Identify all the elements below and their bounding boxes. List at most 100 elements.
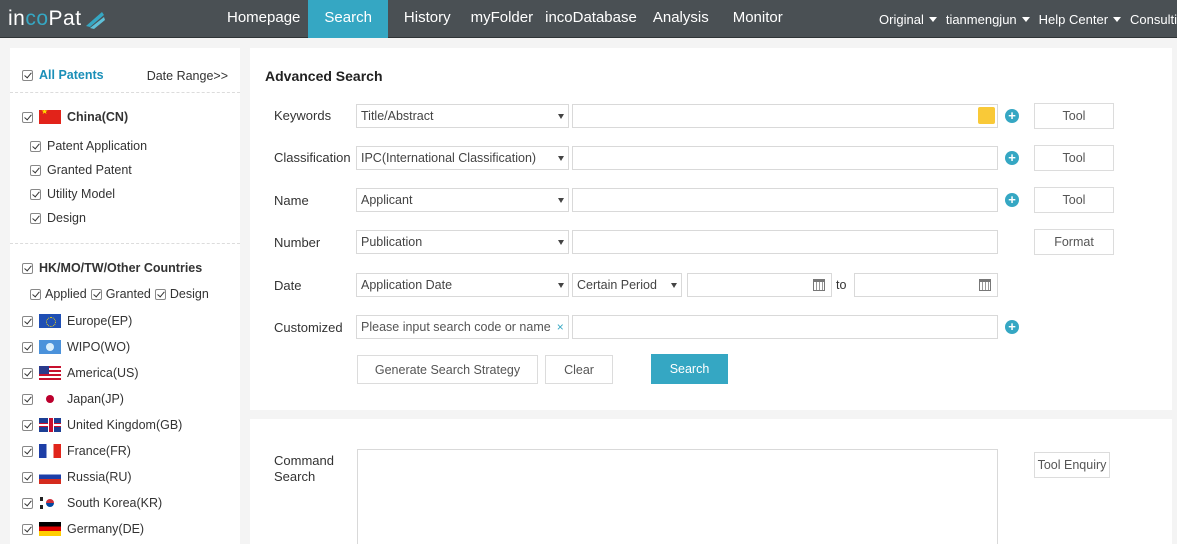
china-type-design[interactable]: Design: [30, 211, 86, 225]
gb-flag-icon: [39, 418, 61, 432]
checkbox-checked-icon: [22, 445, 33, 457]
checkbox-checked-icon: [30, 164, 41, 176]
add-row-plus-icon[interactable]: +: [1005, 109, 1019, 123]
china-type-granted-patent[interactable]: Granted Patent: [30, 163, 132, 177]
date-to-input[interactable]: [854, 273, 998, 297]
other-types-row: Applied Granted Design: [30, 287, 213, 301]
checkbox-checked-icon: [22, 341, 33, 353]
chevron-down-icon: [928, 16, 937, 22]
keywords-field-select[interactable]: Title/Abstract: [356, 104, 569, 128]
country-russia-checkbox[interactable]: Russia(RU): [22, 470, 132, 484]
customized-label: Customized: [274, 320, 343, 335]
number-label: Number: [274, 235, 321, 250]
country-uk-checkbox[interactable]: United Kingdom(GB): [22, 418, 182, 432]
dropdown-arrow-icon: [558, 197, 564, 203]
other-countries-checkbox[interactable]: HK/MO/TW/Other Countries: [22, 261, 202, 275]
nav-homepage[interactable]: Homepage: [219, 0, 308, 38]
page-title: Advanced Search: [265, 68, 383, 84]
classification-field-select[interactable]: IPC(International Classification): [356, 146, 569, 170]
de-flag-icon: [39, 522, 61, 536]
jp-flag-icon: [39, 392, 61, 406]
chevron-down-icon: [1113, 16, 1122, 22]
name-tool-button[interactable]: Tool: [1034, 187, 1114, 213]
country-japan-checkbox[interactable]: Japan(JP): [22, 392, 124, 406]
date-label: Date: [274, 278, 302, 293]
logo-wing-icon: [85, 12, 105, 29]
checkbox-checked-icon: [22, 262, 33, 274]
nav-monitor[interactable]: Monitor: [717, 0, 791, 38]
search-button[interactable]: Search: [651, 354, 728, 384]
date-field-select[interactable]: Application Date: [356, 273, 569, 297]
add-row-plus-icon[interactable]: +: [1005, 151, 1019, 165]
number-format-button[interactable]: Format: [1034, 229, 1114, 255]
keywords-input[interactable]: [572, 104, 998, 128]
keywords-label: Keywords: [274, 108, 332, 123]
number-input[interactable]: [572, 230, 998, 254]
incopat-logo[interactable]: incoPat: [8, 6, 106, 32]
add-row-plus-icon[interactable]: +: [1005, 320, 1019, 334]
checkbox-checked-icon: [22, 315, 33, 327]
name-input[interactable]: [572, 188, 998, 212]
other-type-granted[interactable]: Granted: [90, 287, 151, 301]
clear-button[interactable]: Clear: [545, 355, 613, 384]
classification-tool-button[interactable]: Tool: [1034, 145, 1114, 171]
clear-x-icon[interactable]: ×: [557, 320, 564, 334]
country-france-checkbox[interactable]: France(FR): [22, 444, 131, 458]
command-search-label: Command Search: [274, 453, 334, 484]
checkbox-checked-icon: [90, 288, 102, 300]
top-nav-bar: incoPat Homepage Search History myFolder…: [0, 0, 1177, 38]
date-range-link[interactable]: Date Range>>: [147, 69, 228, 83]
dropdown-arrow-icon: [558, 113, 564, 119]
customized-input[interactable]: [572, 315, 998, 339]
china-type-patent-application[interactable]: Patent Application: [30, 139, 147, 153]
language-dropdown[interactable]: Original: [879, 12, 937, 27]
nav-analysis[interactable]: Analysis: [645, 0, 717, 38]
country-korea-checkbox[interactable]: South Korea(KR): [22, 496, 162, 510]
country-europe-checkbox[interactable]: Europe(EP): [22, 314, 132, 328]
country-germany-checkbox[interactable]: Germany(DE): [22, 522, 144, 536]
date-to-label: to: [836, 278, 847, 292]
tool-enquiry-button[interactable]: Tool Enquiry: [1034, 452, 1110, 478]
checkbox-checked-icon: [22, 497, 33, 509]
user-dropdown[interactable]: tianmengjun: [946, 12, 1030, 27]
highlight-color-icon[interactable]: [978, 107, 995, 124]
nav-myfolder[interactable]: myFolder: [459, 0, 542, 38]
patent-source-sidebar: All Patents Date Range>> China(CN) Paten…: [10, 48, 240, 544]
custom-code-field[interactable]: Please input search code or name ×: [356, 315, 569, 339]
nav-right-menu: Original tianmengjun Help Center Consult…: [870, 0, 1177, 38]
country-wipo-checkbox[interactable]: WIPO(WO): [22, 340, 130, 354]
checkbox-checked-icon: [30, 288, 41, 300]
date-period-select[interactable]: Certain Period: [572, 273, 682, 297]
calendar-icon[interactable]: [979, 279, 991, 291]
nav-history[interactable]: History: [388, 0, 459, 38]
other-type-applied[interactable]: Applied: [30, 287, 87, 301]
name-field-select[interactable]: Applicant: [356, 188, 569, 212]
date-from-input[interactable]: [687, 273, 832, 297]
generate-strategy-button[interactable]: Generate Search Strategy: [357, 355, 538, 384]
divider: [10, 92, 240, 93]
all-patents-checkbox[interactable]: All Patents: [22, 68, 104, 82]
help-center-dropdown[interactable]: Help Center: [1039, 12, 1122, 27]
china-type-utility-model[interactable]: Utility Model: [30, 187, 115, 201]
calendar-icon[interactable]: [813, 279, 825, 291]
main-nav: Homepage Search History myFolder incoDat…: [219, 0, 791, 38]
classification-input[interactable]: [572, 146, 998, 170]
number-field-select[interactable]: Publication: [356, 230, 569, 254]
consulting-link[interactable]: Consulti: [1130, 12, 1177, 27]
nav-incodatabase[interactable]: incoDatabase: [541, 0, 645, 38]
command-textarea[interactable]: [357, 449, 998, 544]
country-america-checkbox[interactable]: America(US): [22, 366, 139, 380]
china-checkbox[interactable]: China(CN): [22, 110, 128, 124]
checkbox-checked-icon: [30, 212, 41, 224]
logo-text: incoPat: [8, 7, 82, 30]
checkbox-checked-icon: [30, 140, 41, 152]
command-search-panel: Command Search Tool Enquiry: [250, 419, 1172, 544]
checkbox-checked-icon: [22, 69, 33, 81]
divider: [10, 243, 240, 244]
keywords-tool-button[interactable]: Tool: [1034, 103, 1114, 129]
wipo-flag-icon: [39, 340, 61, 354]
other-type-design[interactable]: Design: [154, 287, 209, 301]
kr-flag-icon: [39, 496, 61, 510]
nav-search[interactable]: Search: [308, 0, 388, 38]
add-row-plus-icon[interactable]: +: [1005, 193, 1019, 207]
